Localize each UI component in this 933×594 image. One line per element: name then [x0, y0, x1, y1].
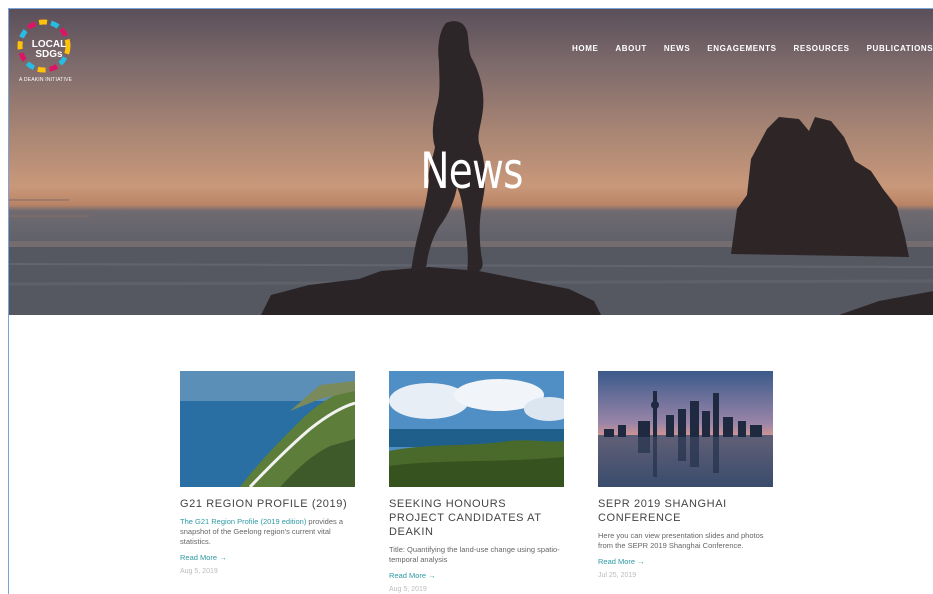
excerpt-text: Title: Quantifying the land-use change u…	[389, 545, 560, 564]
post-date: Jul 25, 2019	[598, 572, 637, 579]
nav-publications[interactable]: PUBLICATIONS	[867, 44, 933, 53]
post-title[interactable]: G21 REGION PROFILE (2019)	[180, 497, 355, 511]
excerpt-text: Here you can view presentation slides an…	[598, 531, 764, 550]
news-card: SEPR 2019 SHANGHAI CONFERENCE Here you c…	[598, 371, 773, 593]
main-nav: HOME ABOUT NEWS ENGAGEMENTS RESOURCES PU…	[572, 44, 933, 53]
post-title[interactable]: SEEKING HONOURS PROJECT CANDIDATES AT DE…	[389, 497, 564, 539]
nav-news[interactable]: NEWS	[664, 44, 690, 53]
nav-home[interactable]: HOME	[572, 44, 598, 53]
post-date: Aug 5, 2019	[389, 586, 427, 593]
nav-resources[interactable]: RESOURCES	[794, 44, 850, 53]
post-excerpt: The G21 Region Profile (2019 edition) pr…	[180, 517, 355, 547]
logo-tagline: A DEAKIN INITIATIVE	[19, 77, 73, 83]
hero-banner: LOCAL SDGs A DEAKIN INITIATIVE HOME ABOU…	[9, 9, 933, 315]
read-more-link[interactable]: Read More →	[180, 553, 355, 562]
post-thumbnail-coast[interactable]	[180, 371, 355, 487]
read-more-link[interactable]: Read More →	[598, 557, 773, 566]
browser-viewport: LOCAL SDGs A DEAKIN INITIATIVE HOME ABOU…	[8, 8, 933, 594]
logo-text: LOCAL SDGs	[29, 40, 69, 60]
news-card: G21 REGION PROFILE (2019) The G21 Region…	[180, 371, 355, 593]
logo-line2: SDGs	[35, 49, 63, 60]
page-title: News	[420, 142, 523, 200]
news-list: G21 REGION PROFILE (2019) The G21 Region…	[180, 371, 773, 593]
post-thumbnail-sea[interactable]	[389, 371, 564, 487]
post-thumbnail-skyline[interactable]	[598, 371, 773, 487]
post-title[interactable]: SEPR 2019 SHANGHAI CONFERENCE	[598, 497, 773, 525]
post-excerpt: Title: Quantifying the land-use change u…	[389, 545, 564, 565]
news-card: SEEKING HONOURS PROJECT CANDIDATES AT DE…	[389, 371, 564, 593]
site-logo[interactable]: LOCAL SDGs A DEAKIN INITIATIVE	[15, 17, 79, 89]
post-excerpt: Here you can view presentation slides an…	[598, 531, 773, 551]
excerpt-link[interactable]: The G21 Region Profile (2019 edition)	[180, 517, 306, 526]
nav-engagements[interactable]: ENGAGEMENTS	[707, 44, 776, 53]
nav-about[interactable]: ABOUT	[615, 44, 646, 53]
post-date: Aug 5, 2019	[180, 568, 218, 575]
read-more-link[interactable]: Read More →	[389, 571, 564, 580]
